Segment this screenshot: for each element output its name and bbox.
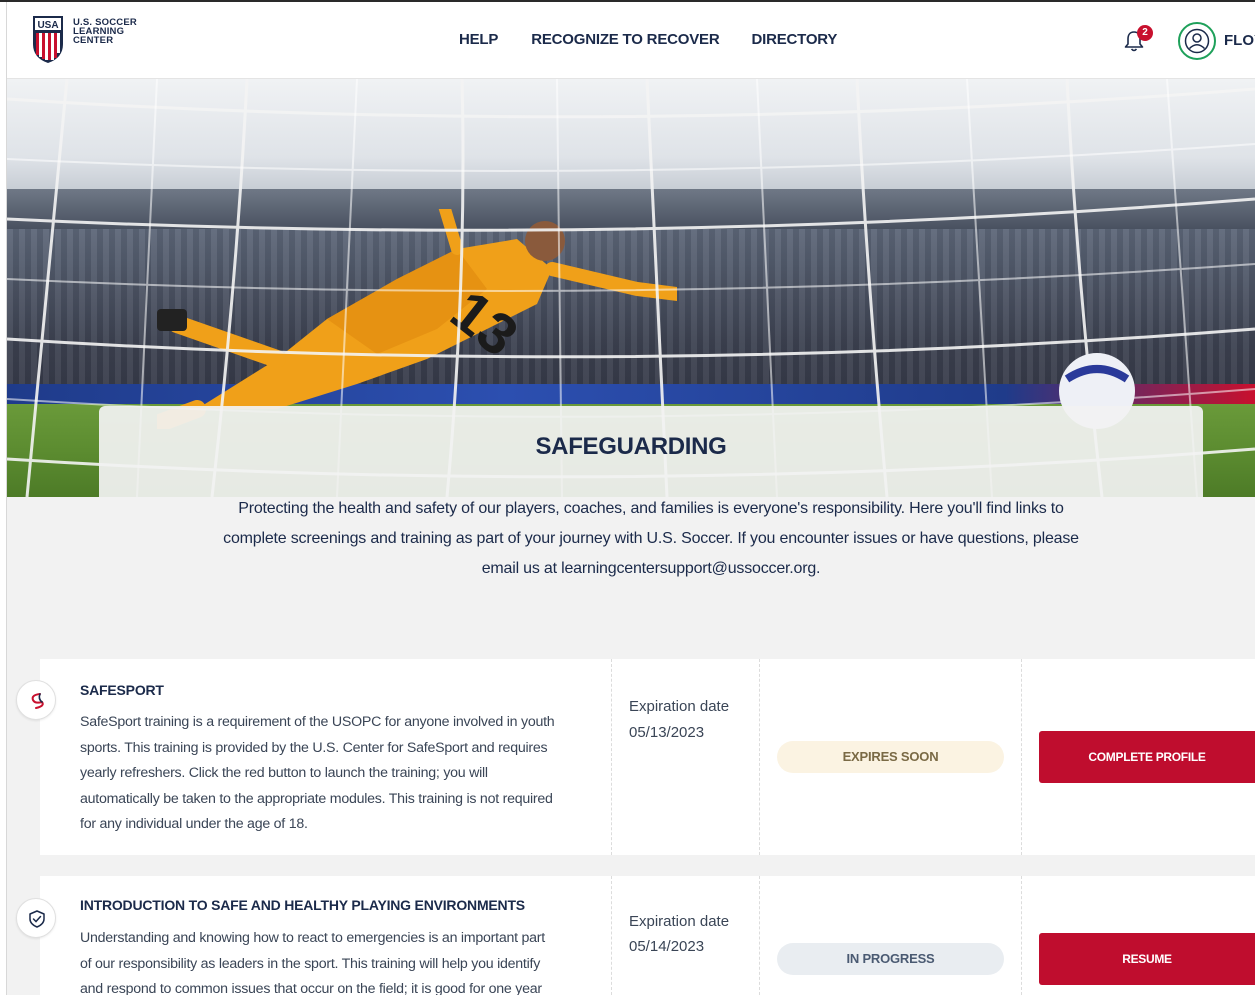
nav-recognize-to-recover[interactable]: RECOGNIZE TO RECOVER	[531, 31, 719, 48]
safesport-icon	[31, 693, 44, 709]
window-top-edge	[0, 0, 1255, 2]
intro-line: complete screenings and training as part…	[223, 530, 1079, 547]
column-divider	[759, 659, 760, 855]
description-line: for any individual under the age of 18.	[80, 816, 308, 832]
notification-count-badge: 2	[1137, 25, 1153, 41]
training-description: Understanding and knowing how to react t…	[80, 926, 600, 995]
column-divider	[759, 876, 760, 995]
window-left-edge	[0, 0, 7, 995]
expiration-label: Expiration date	[629, 913, 730, 930]
training-title: INTRODUCTION TO SAFE AND HEALTHY PLAYING…	[80, 897, 525, 913]
training-title: SAFESPORT	[80, 682, 164, 698]
usa-shield-icon: USA	[33, 16, 63, 63]
column-divider	[611, 876, 612, 995]
nav-help[interactable]: HELP	[459, 31, 498, 48]
user-name[interactable]: FLOY	[1224, 32, 1255, 49]
user-profile-icon	[1184, 28, 1210, 54]
resume-button[interactable]: RESUME	[1039, 933, 1255, 985]
page-title: SAFEGUARDING	[535, 433, 727, 460]
description-line: SafeSport training is a requirement of t…	[80, 714, 555, 730]
us-soccer-logo[interactable]: USA U.S. SOCCER LEARNING CENTER	[31, 14, 137, 64]
intro-line: Protecting the health and safety of our …	[238, 500, 1064, 517]
user-avatar[interactable]	[1178, 22, 1216, 60]
nav-directory[interactable]: DIRECTORY	[751, 31, 837, 48]
description-line: of our responsibility as leaders in the …	[80, 955, 541, 972]
shield-check-icon-badge	[16, 898, 56, 938]
shield-check-icon	[29, 910, 45, 928]
description-line: sports. This training is provided by the…	[80, 739, 548, 756]
site-header: USA U.S. SOCCER LEARNING CENTER HELP REC…	[7, 2, 1255, 79]
safesport-icon-badge	[16, 680, 56, 720]
status-badge-expires-soon: EXPIRES SOON	[777, 741, 1004, 773]
expiration-date: 05/14/2023	[629, 938, 705, 955]
status-badge-in-progress: IN PROGRESS	[777, 943, 1004, 975]
logo-line: CENTER	[73, 35, 114, 46]
hero-banner: 13 SAFEGUARDING	[7, 79, 1255, 497]
column-divider	[611, 659, 612, 855]
column-divider	[1021, 659, 1022, 855]
column-divider	[1021, 876, 1022, 995]
description-line: yearly refreshers. Click the red button …	[80, 765, 488, 781]
main-nav: HELP RECOGNIZE TO RECOVER DIRECTORY	[459, 31, 837, 48]
training-description: SafeSport training is a requirement of t…	[80, 710, 600, 838]
complete-profile-button[interactable]: COMPLETE PROFILE	[1039, 731, 1255, 783]
intro-paragraph: Protecting the health and safety of our …	[180, 494, 1122, 584]
logo-wordmark: U.S. SOCCER LEARNING CENTER	[73, 18, 137, 46]
intro-line: email us at learningcentersupport@ussocc…	[481, 560, 821, 577]
svg-text:USA: USA	[37, 20, 58, 31]
description-line: and respond to common issues that occur …	[80, 981, 542, 995]
description-line: automatically be taken to the appropriat…	[80, 790, 553, 807]
expiration-date: 05/13/2023	[629, 724, 705, 741]
expiration-label: Expiration date	[629, 698, 730, 715]
description-line: Understanding and knowing how to react t…	[80, 930, 545, 946]
